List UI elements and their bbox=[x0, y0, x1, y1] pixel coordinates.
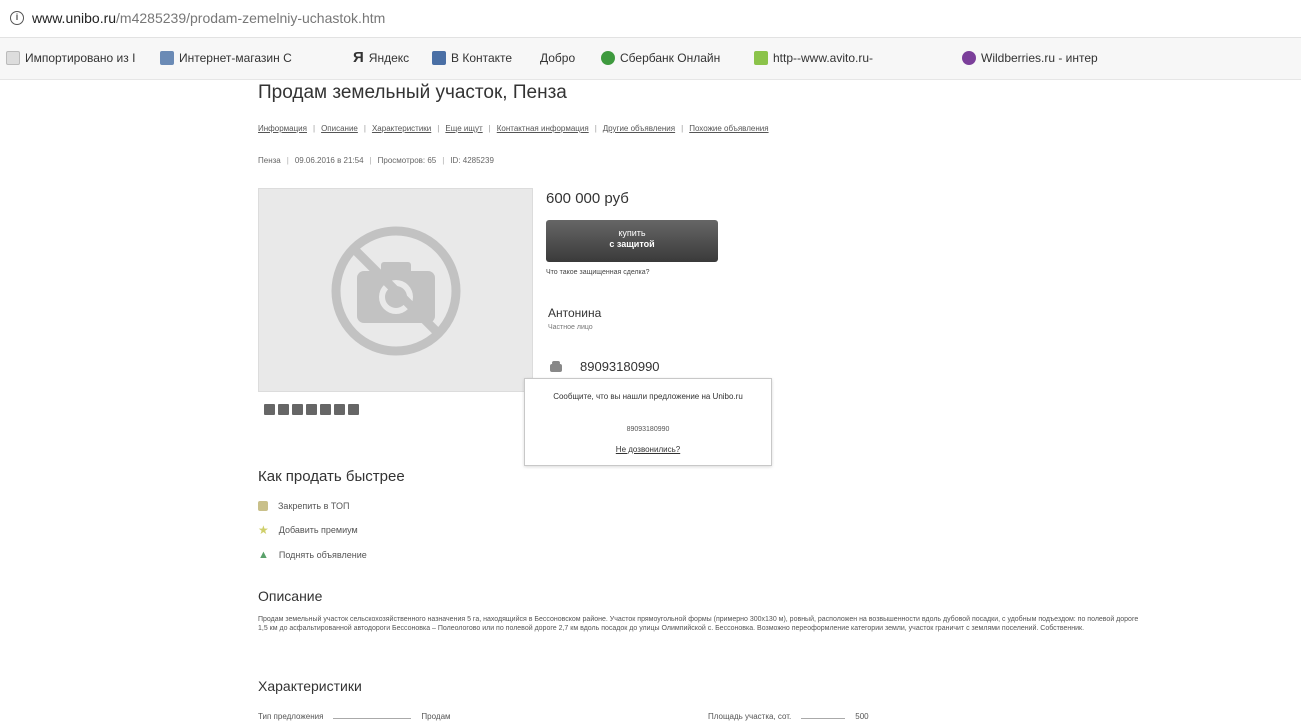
yandex-icon: Я bbox=[353, 49, 364, 66]
seller-type: Частное лицо bbox=[548, 324, 593, 331]
share-other-icon[interactable] bbox=[348, 404, 359, 415]
share-twitter-icon[interactable] bbox=[292, 404, 303, 415]
no-photo-icon bbox=[331, 226, 461, 356]
meta-date: 09.06.2016 в 21:54 bbox=[294, 156, 364, 165]
share-blog-icon[interactable] bbox=[264, 404, 275, 415]
avito-icon bbox=[754, 51, 768, 65]
section-tabs: Информация | Описание | Характеристики | Ещ… bbox=[258, 124, 769, 133]
phone-popup: Сообщите, что вы нашли предложение на Un… bbox=[524, 378, 772, 466]
tab-other-ads[interactable]: Другие объявления bbox=[603, 124, 675, 133]
promote-premium-link[interactable]: ★ Добавить премиум bbox=[258, 523, 358, 537]
buy-label: купить bbox=[618, 228, 646, 238]
meta-city: Пенза bbox=[258, 156, 281, 165]
buy-with-protection-button[interactable]: купить с защитой bbox=[546, 220, 718, 262]
sberbank-icon bbox=[601, 51, 615, 65]
char-row-area: Площадь участка, сот. 500 bbox=[708, 712, 869, 721]
share-buttons bbox=[264, 404, 359, 415]
description-heading: Описание bbox=[258, 588, 323, 604]
seller-name: Антонина bbox=[548, 306, 602, 320]
listing-meta: Пенза | 09.06.2016 в 21:54 | Просмотров: 6… bbox=[258, 156, 494, 165]
popup-message: Сообщите, что вы нашли предложение на Un… bbox=[553, 392, 743, 401]
share-facebook-icon[interactable] bbox=[278, 404, 289, 415]
bookmark-wildberries[interactable]: Wildberries.ru - интер bbox=[962, 51, 1098, 65]
phone-number[interactable]: 89093180990 bbox=[580, 359, 660, 374]
tab-characteristics[interactable]: Характеристики bbox=[372, 124, 431, 133]
protection-label: с защитой bbox=[609, 239, 655, 249]
meta-views: Просмотров: 65 bbox=[377, 156, 437, 165]
site-icon bbox=[160, 51, 174, 65]
bookmark-vk[interactable]: В Контакте bbox=[432, 51, 512, 65]
tab-also-searching[interactable]: Еще ищут bbox=[445, 124, 482, 133]
trophy-icon bbox=[258, 501, 268, 511]
folder-icon bbox=[6, 51, 20, 65]
wildberries-icon bbox=[962, 51, 976, 65]
description-text: Продам земельный участок сельскохозяйств… bbox=[258, 616, 1139, 632]
tab-similar-ads[interactable]: Похожие объявления bbox=[689, 124, 768, 133]
promote-raise-link[interactable]: ▲ Поднять объявление bbox=[258, 549, 367, 561]
star-icon: ★ bbox=[258, 523, 269, 537]
info-icon[interactable]: i bbox=[10, 11, 24, 25]
bookmark-sberbank[interactable]: Сбербанк Онлайн bbox=[601, 51, 720, 65]
tab-contact-info[interactable]: Контактная информация bbox=[497, 124, 589, 133]
promote-heading: Как продать быстрее bbox=[258, 468, 405, 485]
protected-deal-link[interactable]: Что такое защищенная сделка? bbox=[546, 269, 650, 276]
url-text[interactable]: www.unibo.ru/m4285239/prodam-zemelniy-uc… bbox=[32, 10, 385, 26]
meta-id: ID: 4285239 bbox=[450, 156, 494, 165]
phone-icon bbox=[550, 361, 562, 372]
address-bar[interactable]: i www.unibo.ru/m4285239/prodam-zemelniy-… bbox=[0, 0, 1301, 38]
bookmark-yandex[interactable]: Я Яндекс bbox=[353, 49, 409, 66]
share-odnoklassniki-icon[interactable] bbox=[306, 404, 317, 415]
characteristics-heading: Характеристики bbox=[258, 678, 362, 694]
bookmarks-bar: Импортировано из I Интернет-магазин С ЯЯ… bbox=[0, 38, 1301, 80]
bookmark-avito[interactable]: http--www.avito.ru- bbox=[754, 51, 873, 65]
price: 600 000 руб bbox=[546, 190, 629, 207]
arrow-up-icon: ▲ bbox=[258, 549, 269, 561]
bookmark-imported[interactable]: Импортировано из I bbox=[6, 51, 135, 65]
tab-description[interactable]: Описание bbox=[321, 124, 358, 133]
bookmark-dobro[interactable]: Добро bbox=[540, 51, 575, 65]
promote-top-link[interactable]: Закрепить в ТОП bbox=[258, 501, 349, 511]
bookmark-shop[interactable]: Интернет-магазин С bbox=[160, 51, 292, 65]
vk-icon bbox=[432, 51, 446, 65]
no-answer-link[interactable]: Не дозвонились? bbox=[525, 445, 771, 454]
share-link-icon[interactable] bbox=[334, 404, 345, 415]
tab-info[interactable]: Информация bbox=[258, 124, 307, 133]
page-title: Продам земельный участок, Пенза bbox=[258, 82, 567, 103]
listing-photo-placeholder[interactable] bbox=[258, 188, 533, 392]
share-mail-icon[interactable] bbox=[320, 404, 331, 415]
popup-phone: 89093180990 bbox=[626, 426, 670, 433]
char-row-offer-type: Тип предложения Продам bbox=[258, 712, 451, 721]
